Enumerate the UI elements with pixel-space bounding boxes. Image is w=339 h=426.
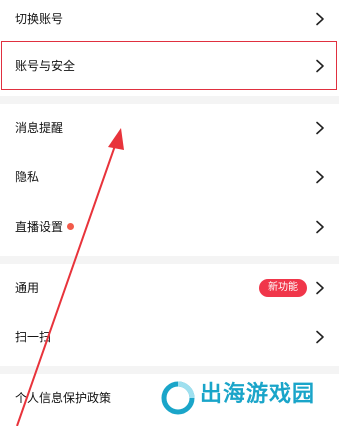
chevron-right-icon [315,121,325,135]
highlight-frame [1,41,337,90]
red-dot-indicator [67,223,75,230]
settings-item-label: 扫一扫 [15,330,52,344]
settings-item-label: 消息提醒 [15,121,64,135]
chevron-right-icon [315,281,325,295]
chevron-right-icon [315,330,325,344]
settings-item-live-settings[interactable]: 直播设置 [0,202,339,252]
settings-item-label: 通用 [15,281,40,295]
settings-item-general[interactable]: 通用 新功能 [0,264,339,312]
settings-item-privacy[interactable]: 隐私 [0,152,339,202]
section-divider [0,256,339,264]
chevron-right-icon [315,220,325,234]
settings-item-label: 直播设置 [15,220,64,234]
watermark-logo-icon [161,381,195,415]
settings-item-notifications[interactable]: 消息提醒 [0,104,339,152]
chevron-right-icon [315,170,325,184]
settings-item-label: 切换账号 [15,11,64,26]
watermark-logo: 出海游戏园 [160,378,330,418]
watermark-text: 出海游戏园 [200,382,316,407]
new-feature-badge: 新功能 [259,279,307,297]
settings-item-scan[interactable]: 扫一扫 [0,312,339,362]
settings-item-label-wrap: 直播设置 [15,220,75,234]
settings-item-label: 隐私 [15,170,40,184]
settings-item-label: 个人信息保护政策 [15,391,112,405]
settings-item-switch-account[interactable]: 切换账号 [0,0,339,37]
section-divider [0,96,339,104]
settings-page: 切换账号 账号与安全 消息提醒 隐私 直播设置 通用 新功能 扫一扫 个人信息保… [0,0,339,426]
chevron-right-icon [315,12,325,26]
section-divider [0,366,339,374]
